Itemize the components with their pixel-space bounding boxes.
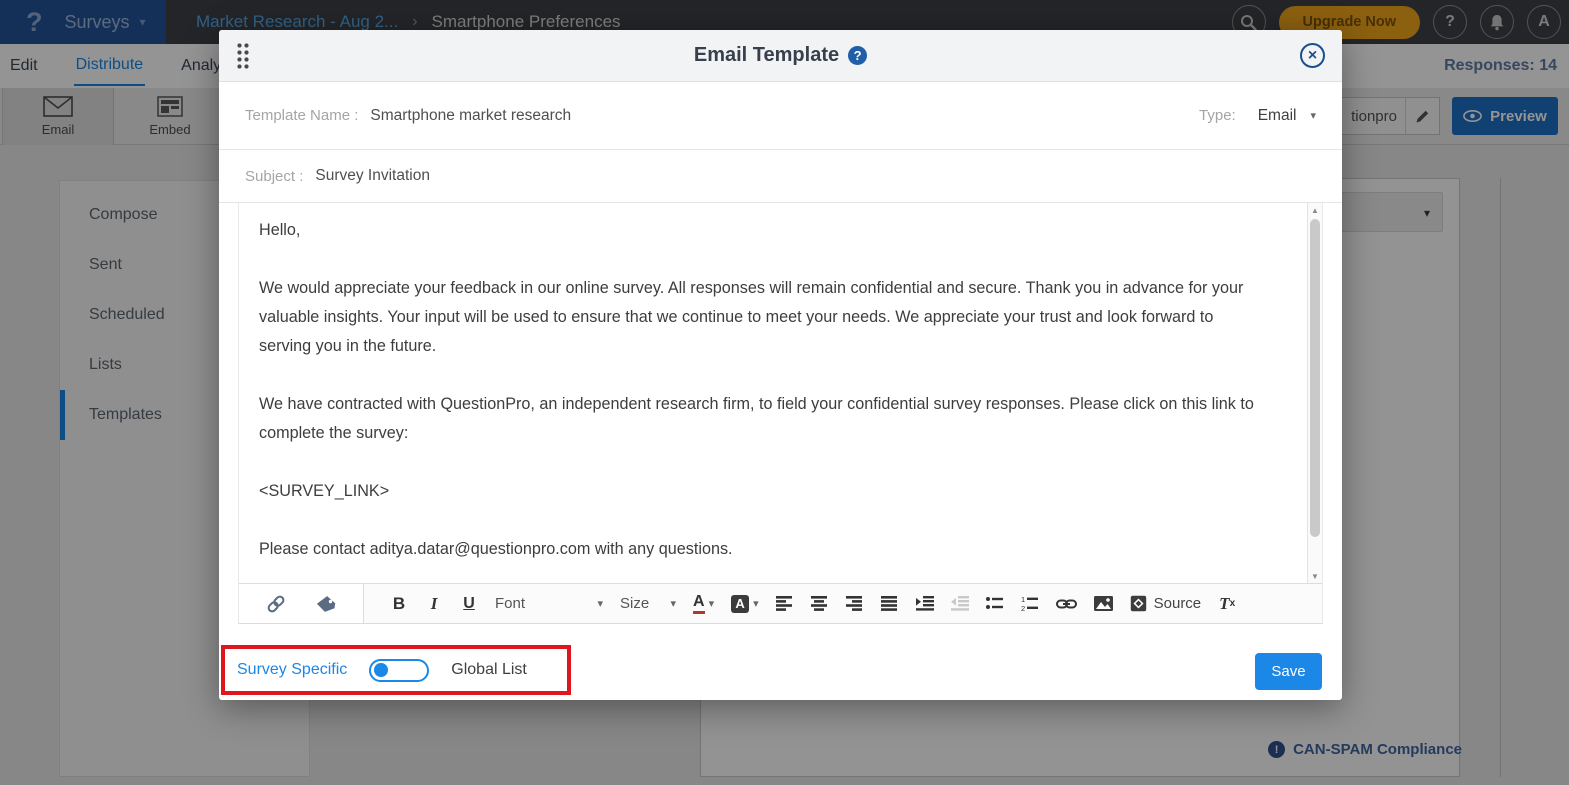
chevron-down-icon: ▾ — [1310, 109, 1316, 122]
tag-icon — [315, 594, 337, 614]
align-left-button[interactable] — [776, 590, 794, 618]
background-color-icon: A — [731, 595, 749, 613]
align-center-button[interactable] — [811, 590, 829, 618]
insert-link-plugin-button[interactable] — [265, 590, 287, 618]
chevron-down-icon: ▾ — [597, 597, 603, 610]
template-name-row: Template Name : Smartphone market resear… — [219, 82, 1342, 150]
remove-format-T: T — [1219, 594, 1229, 614]
editor-scrollbar[interactable]: ▲ ▼ — [1307, 203, 1322, 583]
bold-button[interactable]: B — [390, 590, 408, 618]
align-right-icon — [846, 596, 863, 611]
subject-label: Subject : — [245, 168, 303, 185]
close-icon: × — [1308, 48, 1317, 64]
scroll-down-icon[interactable]: ▼ — [1308, 569, 1322, 583]
close-button[interactable]: × — [1300, 43, 1325, 68]
align-center-icon — [811, 596, 828, 611]
bulleted-list-button[interactable] — [986, 590, 1004, 618]
subject-input[interactable]: Survey Invitation — [315, 167, 1316, 185]
body-paragraph: We would appreciate your feedback in our… — [259, 274, 1270, 361]
bulleted-list-icon — [986, 596, 1003, 611]
chevron-down-icon: ▾ — [670, 597, 676, 610]
template-name-input[interactable]: Smartphone market research — [370, 107, 1199, 125]
scroll-up-icon[interactable]: ▲ — [1308, 203, 1322, 217]
insert-image-button[interactable] — [1094, 590, 1113, 618]
email-body-editor: Hello, We would appreciate your feedback… — [238, 203, 1323, 624]
insert-link-button[interactable] — [1056, 590, 1077, 618]
survey-specific-label[interactable]: Survey Specific — [237, 661, 347, 679]
justify-button[interactable] — [881, 590, 899, 618]
modal-header: Email Template ? × — [219, 30, 1342, 82]
font-dropdown-label: Font — [495, 595, 525, 612]
type-value: Email — [1258, 107, 1297, 125]
text-color-button[interactable]: A ▾ — [693, 590, 714, 618]
subject-row: Subject : Survey Invitation — [219, 150, 1342, 203]
template-name-label: Template Name : — [245, 107, 358, 124]
text-color-icon: A — [693, 594, 705, 614]
chain-link-icon — [265, 593, 287, 615]
decrease-indent-button[interactable] — [951, 590, 969, 618]
source-button[interactable]: Source — [1130, 590, 1202, 618]
scrollbar-thumb[interactable] — [1310, 219, 1320, 537]
remove-format-x: x — [1230, 598, 1236, 609]
modal-footer: Survey Specific Global List Save — [219, 624, 1342, 701]
underline-button[interactable]: U — [460, 590, 478, 618]
body-paragraph: We have contracted with QuestionPro, an … — [259, 390, 1270, 448]
remove-format-button[interactable]: Tx — [1218, 590, 1236, 618]
body-paragraph: Please contact aditya.datar@questionpro.… — [259, 535, 1270, 564]
type-dropdown[interactable]: Type: Email ▾ — [1199, 107, 1316, 125]
italic-button[interactable]: I — [425, 590, 443, 618]
outdent-icon — [951, 596, 969, 611]
background-color-button[interactable]: A ▾ — [731, 590, 759, 618]
editor-toolbar-plugins-group — [239, 584, 364, 623]
toggle-knob — [374, 663, 388, 677]
align-left-icon — [776, 596, 793, 611]
chevron-down-icon: ▾ — [753, 597, 759, 610]
svg-text:2: 2 — [1021, 604, 1025, 612]
indent-icon — [916, 596, 934, 611]
chevron-down-icon: ▾ — [709, 597, 715, 610]
body-paragraph: Hello, — [259, 216, 1270, 245]
editor-toolbar-main-group: B I U Font ▾ Size ▾ A ▾ A ▾ — [364, 584, 1322, 623]
editor-toolbar: B I U Font ▾ Size ▾ A ▾ A ▾ — [239, 583, 1322, 623]
merge-tags-button[interactable] — [315, 590, 337, 618]
numbered-list-icon: 1 2 — [1021, 596, 1038, 612]
modal-title: Email Template — [694, 44, 839, 67]
type-label: Type: — [1199, 107, 1236, 124]
numbered-list-button[interactable]: 1 2 — [1021, 590, 1039, 618]
drag-handle-icon[interactable] — [236, 42, 249, 70]
list-scope-toggle[interactable] — [369, 659, 429, 682]
image-icon — [1094, 596, 1113, 611]
global-list-label[interactable]: Global List — [451, 661, 527, 679]
source-code-icon — [1130, 595, 1147, 612]
email-body-textarea[interactable]: Hello, We would appreciate your feedback… — [239, 203, 1322, 583]
size-dropdown-label: Size — [620, 595, 649, 612]
font-size-dropdown[interactable]: Size ▾ — [620, 595, 676, 612]
link-icon — [1056, 598, 1077, 610]
email-template-modal: Email Template ? × Template Name : Smart… — [219, 30, 1342, 700]
justify-icon — [881, 596, 898, 611]
save-button[interactable]: Save — [1255, 653, 1322, 690]
source-label: Source — [1154, 595, 1202, 612]
body-paragraph: <SURVEY_LINK> — [259, 477, 1270, 506]
svg-text:1: 1 — [1021, 596, 1025, 604]
annotation-red-box: Survey Specific Global List — [221, 645, 571, 695]
increase-indent-button[interactable] — [916, 590, 934, 618]
help-badge-icon[interactable]: ? — [848, 46, 867, 65]
align-right-button[interactable] — [846, 590, 864, 618]
font-family-dropdown[interactable]: Font ▾ — [495, 595, 603, 612]
